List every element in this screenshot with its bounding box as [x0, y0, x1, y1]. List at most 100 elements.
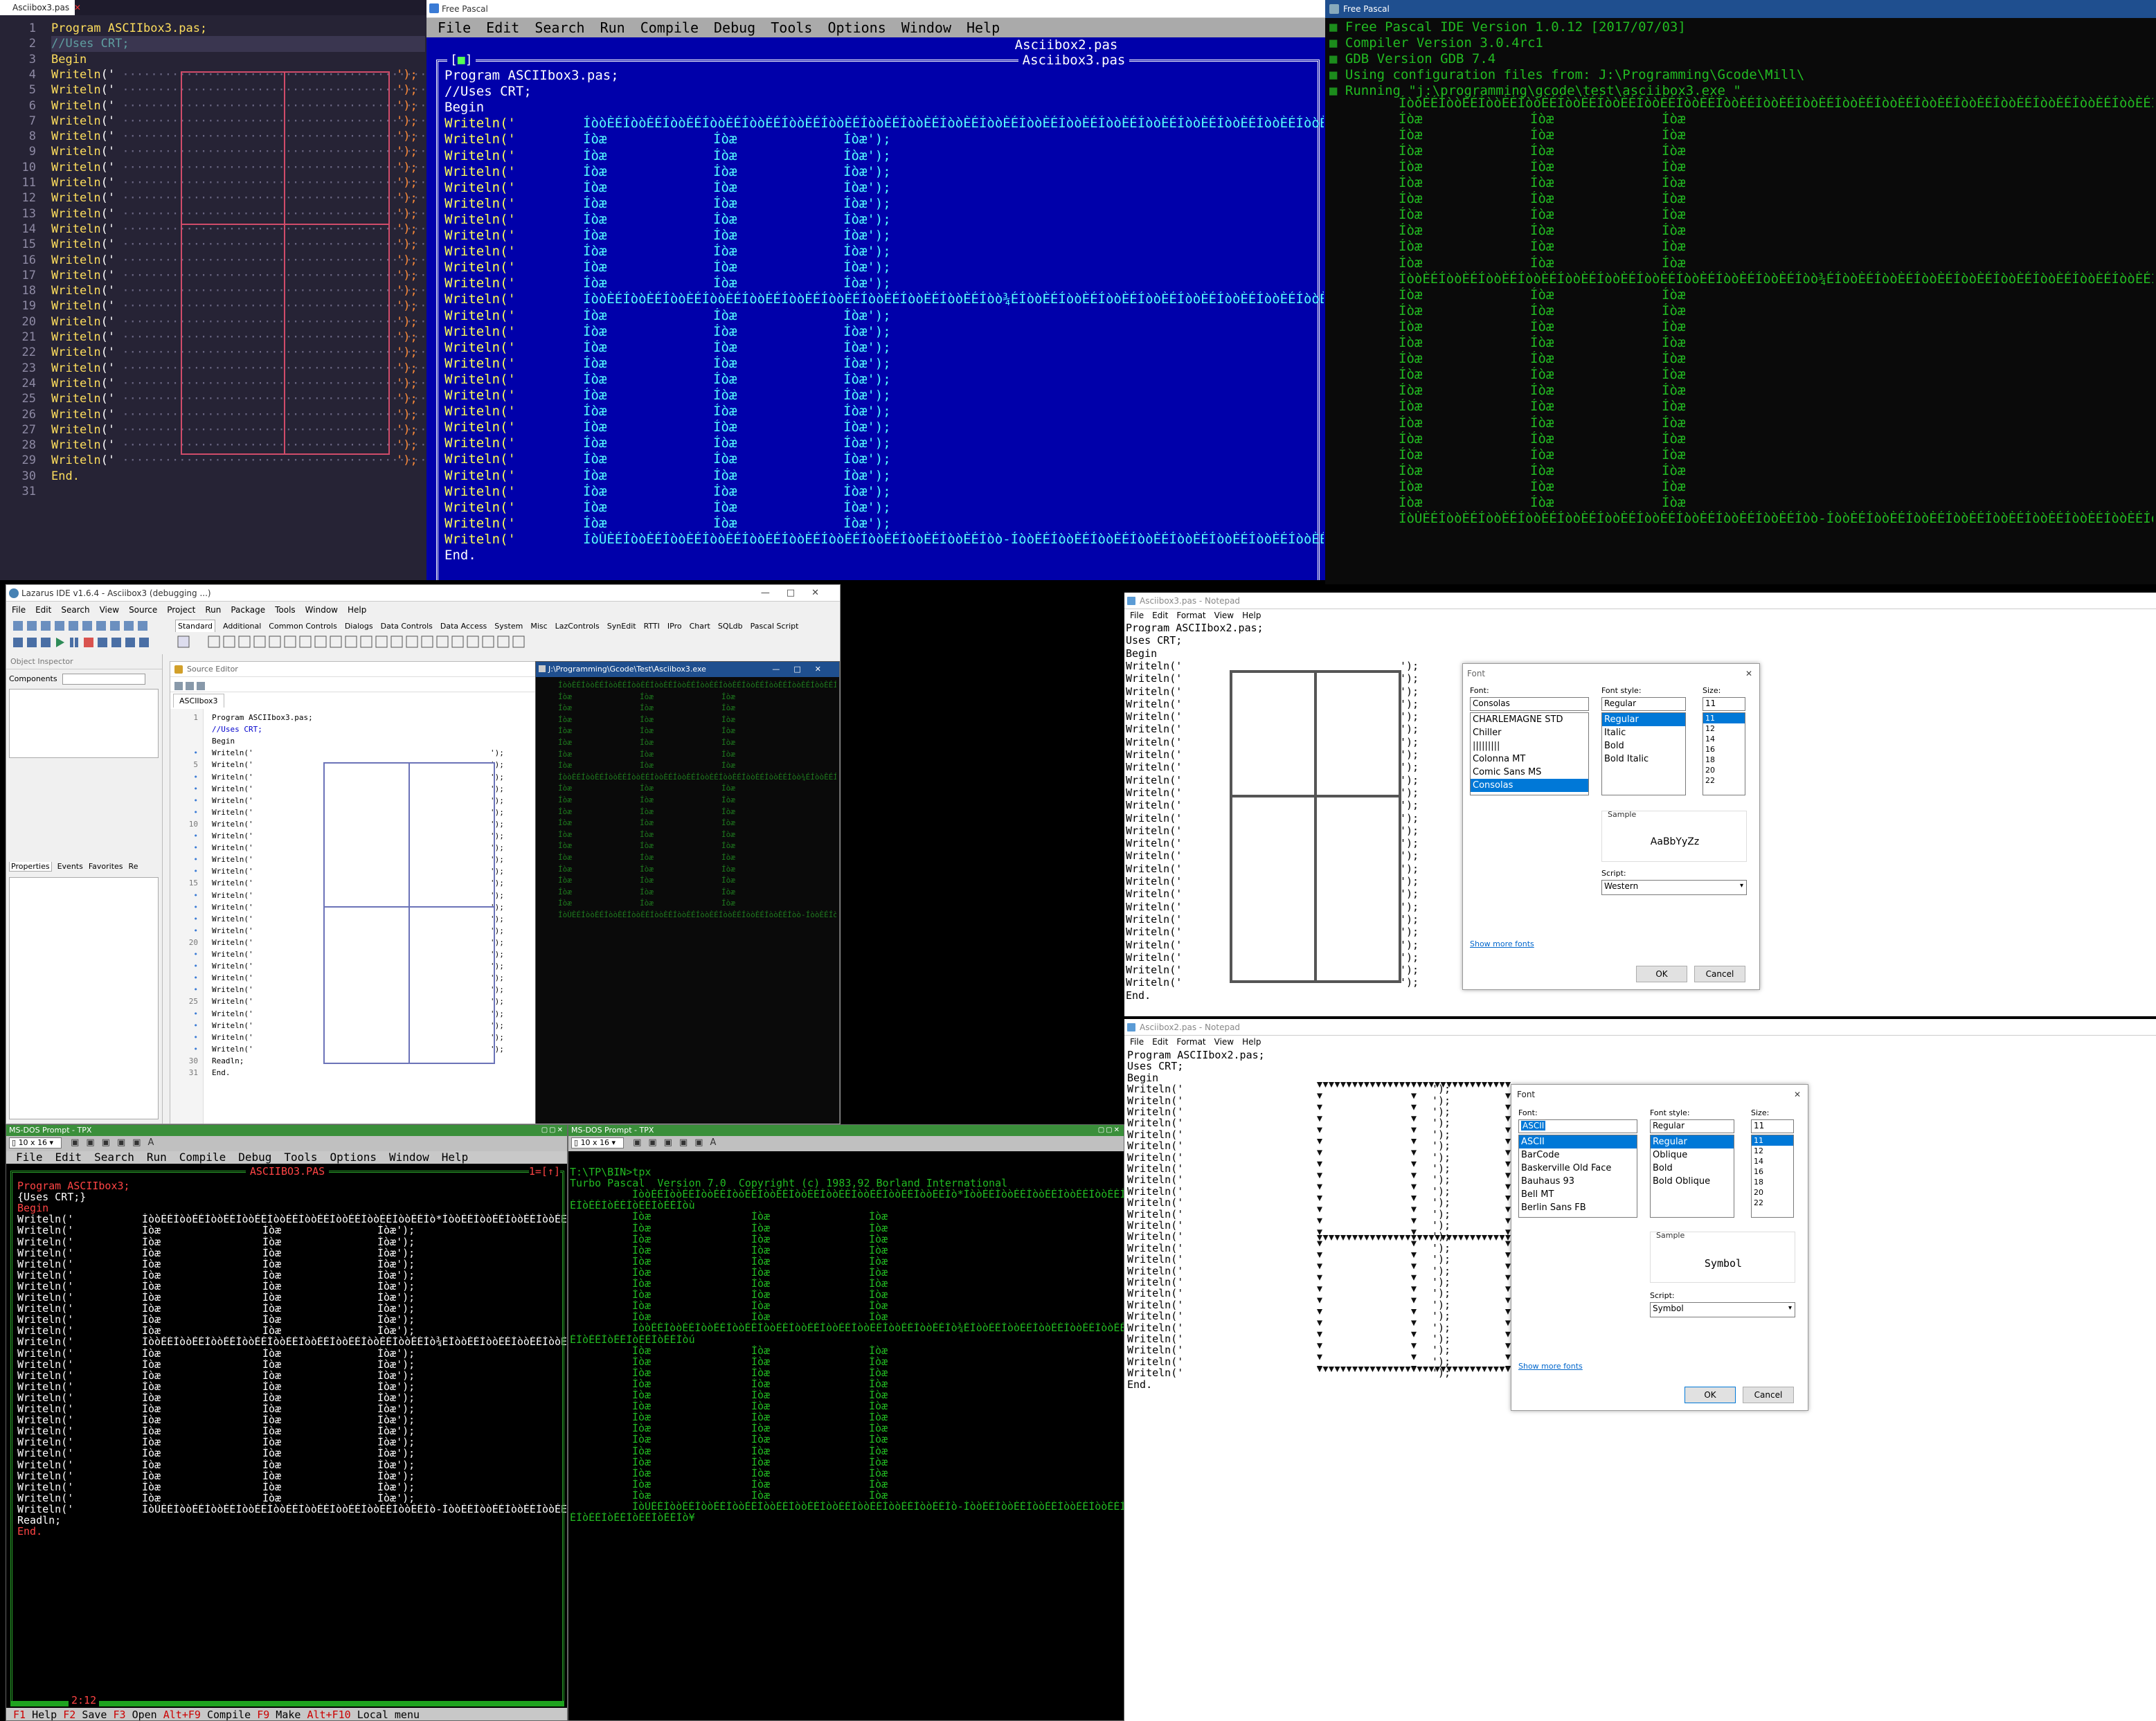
lazarus-menu-edit[interactable]: Edit	[35, 603, 51, 617]
toolbar-icons[interactable]	[10, 618, 170, 651]
font-list-item[interactable]: Consolas	[1471, 779, 1588, 792]
fpide-menu-compile[interactable]: Compile	[640, 18, 699, 37]
lazarus-menu-help[interactable]: Help	[348, 603, 366, 617]
show-more-fonts-link[interactable]: Show more fonts	[1518, 1362, 1583, 1371]
window-controls[interactable]: ▢▢✕	[541, 1125, 564, 1136]
font-style-list[interactable]: Regular Oblique Bold Bold Oblique	[1650, 1135, 1734, 1218]
size-list-item[interactable]: 18	[1752, 1177, 1793, 1187]
size-list-item[interactable]: 11	[1752, 1135, 1793, 1146]
oi-tab-re[interactable]: Re	[129, 862, 138, 871]
palette-tab-misc[interactable]: Misc	[530, 620, 547, 632]
fpide-menu-options[interactable]: Options	[827, 18, 886, 37]
palette-tab-ipro[interactable]: IPro	[667, 620, 682, 632]
dos1-menu-edit[interactable]: Edit	[55, 1151, 82, 1164]
dos1-menu-search[interactable]: Search	[94, 1151, 134, 1164]
palette-tab-dialogs[interactable]: Dialogs	[345, 620, 373, 632]
font-size-select[interactable]: ▯ 10 x 16 ▾	[9, 1137, 62, 1148]
size-list-item[interactable]: 22	[1752, 1198, 1793, 1208]
font-style-list-item[interactable]: Regular	[1651, 1135, 1734, 1148]
size-list-item[interactable]: 18	[1703, 755, 1745, 765]
window-controls[interactable]: —□✕	[761, 585, 836, 602]
close-icon[interactable]: ✕	[1794, 1085, 1801, 1104]
components-tree[interactable]	[9, 689, 159, 758]
lazarus-menu-search[interactable]: Search	[61, 603, 89, 617]
font-list-item[interactable]: Bell MT	[1519, 1188, 1637, 1201]
palette-tab-common-controls[interactable]: Common Controls	[269, 620, 337, 632]
lazarus-menu-source[interactable]: Source	[129, 603, 157, 617]
size-list-item[interactable]: 16	[1703, 744, 1745, 755]
size-list-item[interactable]: 20	[1703, 765, 1745, 775]
font-style-list-item[interactable]: Bold	[1602, 739, 1685, 753]
script-select[interactable]: Western ▾	[1601, 880, 1747, 895]
fpide-menu-window[interactable]: Window	[901, 18, 951, 37]
window-controls[interactable]: ▢▢✕	[1098, 1125, 1121, 1136]
fpide-menu-run[interactable]: Run	[600, 18, 625, 37]
oi-tab-favorites[interactable]: Favorites	[89, 862, 123, 871]
close-icon[interactable]: ✕	[1745, 664, 1752, 683]
font-list-item[interactable]: Colonna MT	[1471, 753, 1588, 766]
palette-tab-additional[interactable]: Additional	[223, 620, 261, 632]
status-key[interactable]: Alt+F10	[307, 1709, 350, 1720]
font-style-list-item[interactable]: Regular	[1602, 713, 1685, 726]
palette-tab-data-access[interactable]: Data Access	[440, 620, 487, 632]
show-more-fonts-link[interactable]: Show more fonts	[1470, 939, 1534, 948]
size-list[interactable]: 11 12 14 16 18 20 22	[1703, 712, 1745, 795]
font-list-item[interactable]: Comic Sans MS	[1471, 766, 1588, 779]
lazarus-menu-run[interactable]: Run	[205, 603, 221, 617]
palette-tab-system[interactable]: System	[494, 620, 523, 632]
dos1-menu-debug[interactable]: Debug	[238, 1151, 271, 1164]
fpide-menu-help[interactable]: Help	[967, 18, 1000, 37]
fpide-menu-file[interactable]: File	[438, 18, 471, 37]
lazarus-menu-file[interactable]: File	[12, 603, 26, 617]
palette-tab-standard[interactable]: Standard	[175, 620, 216, 632]
palette-tab-sqldb[interactable]: SQLdb	[718, 620, 743, 632]
status-key[interactable]: F3	[114, 1709, 126, 1720]
size-list[interactable]: 11 12 14 16 18 20 22	[1751, 1135, 1794, 1218]
size-input[interactable]: 11	[1703, 697, 1745, 711]
toolbar-icons[interactable]: ▣▣▣▣▣A	[633, 1137, 723, 1148]
property-grid[interactable]	[9, 877, 159, 1119]
status-key[interactable]: F1	[13, 1709, 26, 1720]
font-size-select[interactable]: ▯ 10 x 16 ▾	[571, 1137, 624, 1148]
font-list-item[interactable]: Bauhaus 93	[1519, 1175, 1637, 1188]
lazarus-menu-package[interactable]: Package	[231, 603, 265, 617]
component-palette-icons[interactable]	[175, 633, 701, 651]
size-list-item[interactable]: 22	[1703, 775, 1745, 786]
font-list[interactable]: ASCII BarCode Baskerville Old Face Bauhaus …	[1518, 1135, 1637, 1218]
size-list-item[interactable]: 16	[1752, 1166, 1793, 1177]
status-key[interactable]: F2	[63, 1709, 75, 1720]
script-select[interactable]: Symbol ▾	[1650, 1302, 1795, 1317]
close-icon[interactable]: [■]	[447, 53, 476, 67]
dos1-menu-tools[interactable]: Tools	[284, 1151, 317, 1164]
oi-tab-events[interactable]: Events	[57, 862, 83, 871]
size-list-item[interactable]: 12	[1703, 723, 1745, 734]
font-list-item[interactable]: Chiller	[1471, 726, 1588, 739]
size-list-item[interactable]: 20	[1752, 1187, 1793, 1198]
font-style-list[interactable]: Regular Italic Bold Bold Italic	[1601, 712, 1686, 795]
cancel-button[interactable]: Cancel	[1743, 1387, 1794, 1403]
font-style-input[interactable]: Regular	[1650, 1119, 1734, 1133]
lazarus-menu-window[interactable]: Window	[305, 603, 338, 617]
font-style-input[interactable]: Regular	[1601, 697, 1686, 711]
ok-button[interactable]: OK	[1636, 966, 1687, 982]
palette-tab-synedit[interactable]: SynEdit	[607, 620, 636, 632]
font-input[interactable]: ASCII	[1518, 1119, 1637, 1133]
fpide-code-area[interactable]: Program ASCIIbox3.pas;//Uses CRT; Begin Wr…	[444, 68, 1324, 563]
font-list-item[interactable]: ASCII	[1519, 1135, 1637, 1148]
size-input[interactable]: 11	[1751, 1119, 1794, 1133]
dos1-menu-file[interactable]: File	[16, 1151, 43, 1164]
font-list-item[interactable]: Berlin Sans FB	[1519, 1201, 1637, 1214]
size-list-item[interactable]: 14	[1752, 1156, 1793, 1166]
palette-tab-data-controls[interactable]: Data Controls	[381, 620, 433, 632]
oi-tab-properties[interactable]: Properties	[9, 862, 52, 872]
fpide-menu-edit[interactable]: Edit	[486, 18, 519, 37]
window-controls[interactable]: —□✕	[772, 662, 835, 677]
lazarus-menu-project[interactable]: Project	[167, 603, 195, 617]
size-list-item[interactable]: 11	[1703, 713, 1745, 723]
components-filter-input[interactable]	[62, 674, 146, 685]
dos1-menu-options[interactable]: Options	[330, 1151, 377, 1164]
dos1-menu-compile[interactable]: Compile	[179, 1151, 226, 1164]
ok-button[interactable]: OK	[1685, 1387, 1736, 1403]
font-list-item[interactable]: Baskerville Old Face	[1519, 1162, 1637, 1175]
status-key[interactable]: F9	[257, 1709, 269, 1720]
